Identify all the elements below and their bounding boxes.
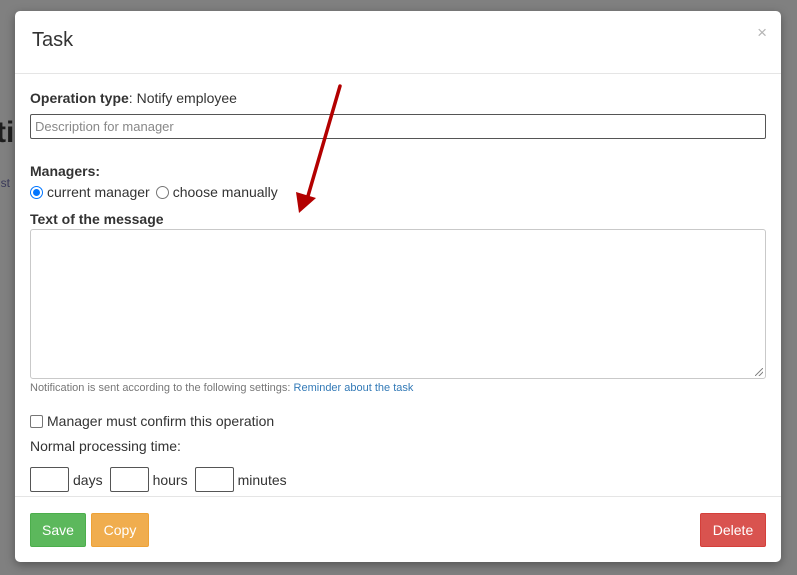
background-text-fragment: ist <box>0 176 10 190</box>
notification-note-text: Notification is sent according to the fo… <box>30 382 294 394</box>
save-button[interactable]: Save <box>30 513 86 547</box>
copy-button[interactable]: Copy <box>91 513 149 547</box>
message-text-label: Text of the message <box>30 211 164 227</box>
operation-type-value: Notify employee <box>136 90 237 106</box>
modal-title: Task <box>32 29 74 51</box>
reminder-settings-link[interactable]: Reminder about the task <box>294 382 414 394</box>
hours-unit-label: hours <box>152 471 188 488</box>
description-input[interactable] <box>30 114 766 139</box>
delete-button[interactable]: Delete <box>700 513 766 547</box>
radio-current-manager[interactable]: current manager <box>30 184 150 200</box>
radio-choose-manually-control[interactable] <box>155 185 169 199</box>
managers-radio-group: current manager choose manually <box>30 184 284 200</box>
notification-note: Notification is sent according to the fo… <box>30 382 413 394</box>
modal-header: Task × <box>15 11 781 74</box>
days-input[interactable] <box>30 467 69 492</box>
minutes-unit-label: minutes <box>237 471 287 488</box>
hours-input[interactable] <box>109 467 149 492</box>
radio-current-manager-control[interactable] <box>30 185 43 199</box>
confirm-operation-label: Manager must confirm this operation <box>47 413 275 429</box>
operation-type-row: Operation type: Notify employee <box>30 90 237 106</box>
confirm-operation-row[interactable]: Manager must confirm this operation <box>30 413 274 429</box>
task-modal: Task × Operation type: Notify employee M… <box>15 11 781 562</box>
modal-footer: Save Copy Delete <box>15 496 781 562</box>
processing-time-row: days hours minutes <box>30 467 294 492</box>
operation-type-separator: : <box>128 90 133 106</box>
close-button[interactable]: × <box>757 24 767 41</box>
background-heading-fragment: ti <box>0 116 15 149</box>
confirm-operation-checkbox[interactable] <box>30 414 43 428</box>
radio-choose-manually-label: choose manually <box>172 184 278 200</box>
message-textarea[interactable] <box>30 229 766 379</box>
processing-time-label: Normal processing time: <box>30 438 181 454</box>
operation-type-label: Operation type <box>30 90 129 106</box>
managers-label: Managers: <box>30 163 101 179</box>
radio-current-manager-label: current manager <box>47 184 150 200</box>
minutes-input[interactable] <box>194 467 234 492</box>
resize-handle-icon[interactable] <box>755 368 763 376</box>
radio-choose-manually[interactable]: choose manually <box>155 184 278 200</box>
days-unit-label: days <box>73 471 103 488</box>
close-icon: × <box>757 23 767 42</box>
